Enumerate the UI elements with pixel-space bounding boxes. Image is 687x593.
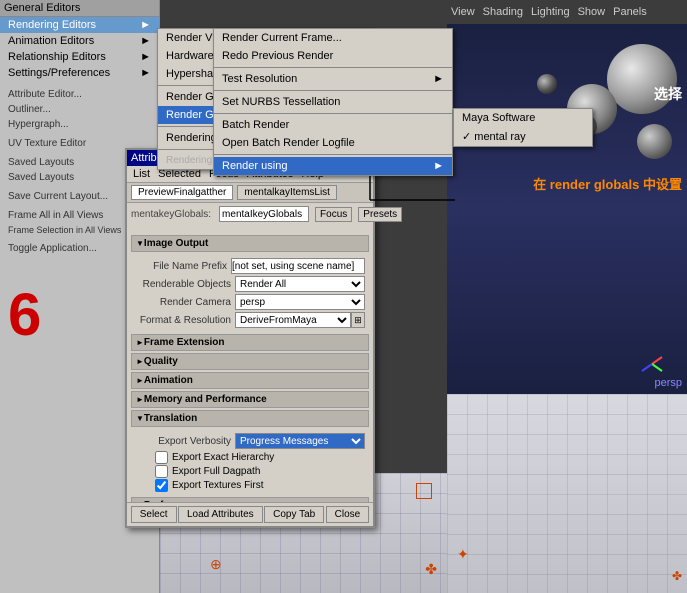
section-frame-extension[interactable]: Frame Extension (131, 334, 369, 351)
field-export-verbosity: Export Verbosity Progress Messages (135, 433, 365, 449)
bottom-icon-2 (416, 483, 432, 499)
copy-tab-button[interactable]: Copy Tab (264, 506, 324, 523)
menu-item-test-resolution[interactable]: Test Resolution (214, 70, 452, 88)
section-memory-performance[interactable]: Memory and Performance (131, 391, 369, 408)
menu-item-mental-ray[interactable]: mental ray (454, 127, 592, 146)
menu-item-render-using[interactable]: Render using (214, 157, 452, 175)
axis-svg (637, 349, 667, 379)
field-renderable-objects: Renderable Objects Render All (135, 276, 365, 292)
viewport-toolbar: View Shading Lighting Show Panels (447, 0, 687, 24)
checkbox-full-dagpath: Export Full Dagpath (155, 465, 365, 478)
attr-tabs: PreviewFinalgatther mentalkayItemsList (127, 183, 373, 203)
sphere-5 (537, 74, 557, 94)
section-quality[interactable]: Quality (131, 353, 369, 370)
sidebar-item-relationship-editors[interactable]: Relationship Editors (0, 49, 159, 65)
input-file-name[interactable] (231, 258, 365, 274)
sidebar-item-animation-editors[interactable]: Animation Editors (0, 33, 159, 49)
load-attributes-button[interactable]: Load Attributes (178, 506, 263, 523)
section-image-output-content: File Name Prefix Renderable Objects Rend… (131, 254, 369, 332)
close-button-footer[interactable]: Close (326, 506, 370, 523)
attr-name-input[interactable] (219, 206, 309, 222)
attr-footer: Select Load Attributes Copy Tab Close (127, 502, 373, 526)
section-translation-content: Export Verbosity Progress Messages Expor… (131, 429, 369, 495)
menu-item-open-logfile[interactable]: Open Batch Render Logfile (214, 134, 452, 152)
presets-button[interactable]: Presets (358, 207, 402, 222)
chinese-text-1: 选择 (654, 84, 682, 104)
axis-gizmo (637, 349, 667, 379)
attr-menu-list[interactable]: List (131, 168, 152, 180)
label-renderable: Renderable Objects (135, 279, 235, 290)
focus-button[interactable]: Focus (315, 207, 352, 222)
select-button[interactable]: Select (131, 506, 177, 523)
number-badge: 6 (8, 280, 41, 349)
label-format: Format & Resolution (135, 315, 235, 326)
label-camera: Render Camera (135, 297, 235, 308)
toolbar-view[interactable]: View (451, 6, 475, 18)
chinese-text-2: 在 render globals 中设置 (533, 174, 682, 193)
checkbox-textures-first: Export Textures First (155, 479, 365, 492)
checkbox-exact-hierarchy: Export Exact Hierarchy (155, 451, 365, 464)
viewport-right: View Shading Lighting Show Panels 选择 在 r… (447, 0, 687, 593)
attr-content: Image Output File Name Prefix Renderable… (127, 229, 373, 515)
small-icon-1: ✦ (457, 546, 469, 563)
field-format-resolution: Format & Resolution DeriveFromMaya ⊞ (135, 312, 365, 328)
label-export-verbosity: Export Verbosity (135, 436, 235, 447)
sphere-3 (637, 124, 672, 159)
sidebar-item-attribute-editor[interactable]: Attribute Editor... (0, 87, 159, 102)
check-textures-first[interactable] (155, 479, 168, 492)
label-exact-hierarchy: Export Exact Hierarchy (172, 452, 274, 463)
menu-separator-5 (214, 90, 452, 91)
viewport-lower-grid: ✦ ✤ (447, 394, 687, 593)
select-renderable[interactable]: Render All (235, 276, 365, 292)
label-full-dagpath: Export Full Dagpath (172, 466, 260, 477)
sidebar-header: General Editors (0, 0, 159, 17)
check-full-dagpath[interactable] (155, 465, 168, 478)
viewport-canvas: 选择 在 render globals 中设置 persp (447, 24, 687, 394)
format-extra-btn[interactable]: ⊞ (351, 312, 365, 328)
check-exact-hierarchy[interactable] (155, 451, 168, 464)
menu-item-render-current[interactable]: Render Current Frame... (214, 29, 452, 47)
menu-separator-7 (214, 154, 452, 155)
select-export-verbosity[interactable]: Progress Messages (235, 433, 365, 449)
sidebar-item-outliner[interactable]: Outliner... (0, 102, 159, 117)
sidebar-item-settings[interactable]: Settings/Preferences (0, 65, 159, 81)
section-animation[interactable]: Animation (131, 372, 369, 389)
menu-dropdown-render-using: Maya Software mental ray (453, 108, 593, 147)
section-image-output[interactable]: Image Output (131, 235, 369, 252)
menu-separator-4 (214, 67, 452, 68)
viewport-lower: ✦ ✤ (447, 394, 687, 593)
label-file-name: File Name Prefix (135, 261, 231, 272)
menu-separator-6 (214, 113, 452, 114)
menu-item-maya-software[interactable]: Maya Software (454, 109, 592, 127)
section-translation[interactable]: Translation (131, 410, 369, 427)
bottom-icon-1: ⊕ (210, 556, 222, 573)
sidebar-item-rendering-editors[interactable]: Rendering Editors (0, 17, 159, 33)
menu-item-redo-render[interactable]: Redo Previous Render (214, 47, 452, 65)
toolbar-panels[interactable]: Panels (613, 6, 647, 18)
bottom-icon-3: ✤ (425, 561, 437, 578)
select-format[interactable]: DeriveFromMaya (235, 312, 351, 328)
field-file-name-prefix: File Name Prefix (135, 258, 365, 274)
menu-dropdown-level2: Render Current Frame... Redo Previous Re… (213, 28, 453, 176)
attr-name-label: mentakeyGlobals: (131, 209, 215, 220)
toolbar-shading[interactable]: Shading (483, 6, 523, 18)
menu-item-batch-render[interactable]: Batch Render (214, 116, 452, 134)
attr-tab-items[interactable]: mentalkayItemsList (237, 185, 337, 200)
toolbar-lighting[interactable]: Lighting (531, 6, 570, 18)
menu-item-set-nurbs[interactable]: Set NURBS Tessellation (214, 93, 452, 111)
label-textures-first: Export Textures First (172, 480, 264, 491)
select-camera[interactable]: persp (235, 294, 365, 310)
field-render-camera: Render Camera persp (135, 294, 365, 310)
small-icon-2: ✤ (672, 569, 682, 583)
attr-name-row: mentakeyGlobals: Focus Presets (127, 203, 373, 225)
attr-tab-preview[interactable]: PreviewFinalgatther (131, 185, 233, 200)
attr-editor-dialog: Attribute Editor: mentaIrayGlobals _ □ ×… (125, 148, 375, 528)
sidebar-item-hypergraph[interactable]: Hypergraph... (0, 117, 159, 132)
toolbar-show[interactable]: Show (578, 6, 606, 18)
